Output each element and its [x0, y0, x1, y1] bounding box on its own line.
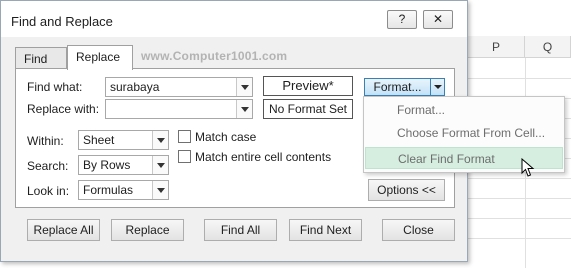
grid-line — [468, 218, 571, 219]
find-format-preview: Preview* — [263, 76, 353, 96]
chevron-down-icon[interactable] — [152, 181, 168, 199]
tab-find-label: Find — [24, 52, 48, 66]
watermark: www.Computer1001.com — [141, 49, 288, 63]
grid-line — [468, 178, 571, 179]
replace-format-preview: No Format Set — [263, 99, 353, 119]
replace-with-input[interactable] — [105, 99, 253, 119]
column-header-p[interactable]: P — [468, 36, 525, 58]
mouse-pointer-icon — [521, 158, 535, 177]
grid-line — [468, 238, 571, 239]
chevron-down-icon[interactable] — [236, 78, 252, 96]
look-in-value: Formulas — [83, 183, 134, 197]
find-what-input[interactable]: surabaya — [105, 77, 253, 97]
chevron-down-icon[interactable] — [152, 131, 168, 149]
dialog-title: Find and Replace — [11, 14, 113, 29]
chevron-down-icon[interactable] — [152, 156, 168, 174]
replace-with-label: Replace with: — [27, 102, 100, 116]
column-p-label: P — [491, 40, 500, 54]
format-button-label: Format... — [373, 80, 422, 94]
tab-find[interactable]: Find — [15, 47, 67, 69]
match-case-checkbox[interactable] — [178, 130, 191, 143]
options-button[interactable]: Options << — [368, 179, 445, 201]
grid-line — [468, 78, 571, 79]
column-header-q[interactable]: Q — [525, 36, 571, 58]
look-in-label: Look in: — [27, 184, 70, 198]
replace-button[interactable]: Replace — [111, 219, 184, 241]
search-label: Search: — [27, 159, 69, 173]
within-select[interactable]: Sheet — [78, 130, 169, 150]
column-q-label: Q — [542, 40, 553, 54]
match-case-label[interactable]: Match case — [195, 130, 256, 144]
find-all-button[interactable]: Find All — [204, 219, 277, 241]
match-entire-cell-checkbox[interactable] — [178, 150, 191, 163]
match-entire-cell-label[interactable]: Match entire cell contents — [195, 150, 331, 164]
menu-item-format[interactable]: Format... — [365, 99, 563, 121]
look-in-select[interactable]: Formulas — [78, 180, 169, 200]
chevron-down-icon[interactable] — [236, 100, 252, 118]
menu-item-choose-format-from-cell[interactable]: Choose Format From Cell... — [365, 122, 563, 144]
find-what-label: Find what: — [27, 80, 83, 94]
within-value: Sheet — [83, 133, 115, 147]
tab-replace[interactable]: Replace — [67, 45, 133, 70]
search-value: By Rows — [83, 158, 131, 172]
replace-all-button[interactable]: Replace All — [27, 219, 100, 241]
search-select[interactable]: By Rows — [78, 155, 169, 175]
format-button[interactable]: Format... — [364, 78, 445, 96]
grid-line — [468, 198, 571, 199]
tab-replace-label: Replace — [76, 50, 121, 64]
find-what-value: surabaya — [110, 80, 160, 94]
title-bar[interactable]: Find and Replace ? ✕ — [1, 1, 467, 37]
close-button[interactable]: Close — [382, 219, 455, 241]
find-next-button[interactable]: Find Next — [289, 219, 362, 241]
close-window-button[interactable]: ✕ — [423, 10, 453, 29]
within-label: Within: — [27, 134, 64, 148]
help-button[interactable]: ? — [387, 10, 417, 29]
chevron-down-icon[interactable] — [430, 79, 444, 95]
